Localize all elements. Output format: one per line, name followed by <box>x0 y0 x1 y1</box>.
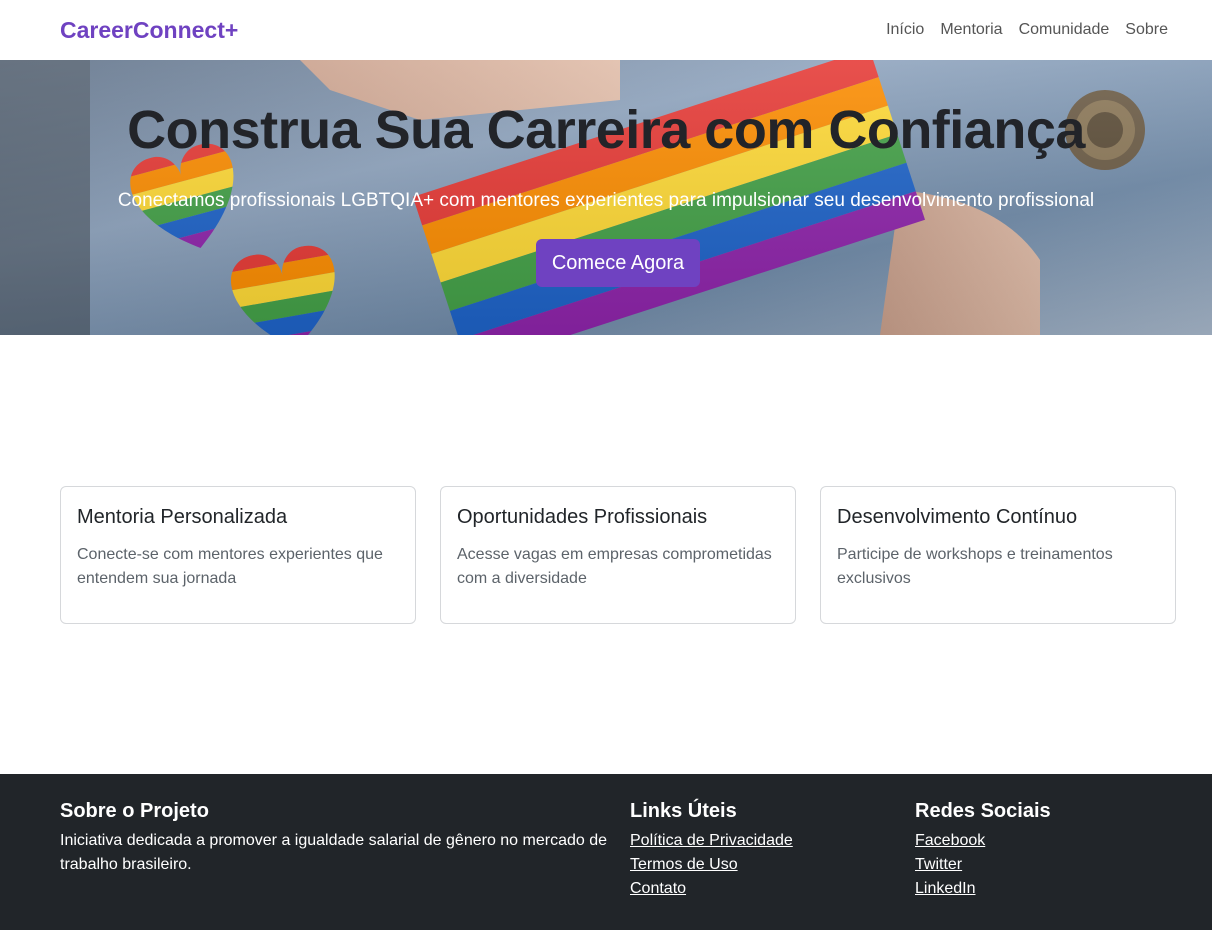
feature-card-text: Participe de workshops e treinamentos ex… <box>837 546 1113 587</box>
footer-about-title: Sobre o Projeto <box>60 800 209 822</box>
footer-links: Links Úteis Política de Privacidade Term… <box>630 798 890 901</box>
feature-card-title: Desenvolvimento Contínuo <box>837 506 1078 528</box>
nav-link-sobre[interactable]: Sobre <box>1125 18 1168 42</box>
feature-card-title: Mentoria Personalizada <box>77 506 288 528</box>
hero-title: Construa Sua Carreira com Confiança <box>127 100 1085 160</box>
footer-link-linkedin[interactable]: LinkedIn <box>915 877 1175 901</box>
footer-social: Redes Sociais Facebook Twitter LinkedIn <box>915 798 1175 901</box>
brand-logo-link[interactable]: CareerConnect+ <box>60 15 238 45</box>
footer-about-text: Iniciativa dedicada a promover a igualda… <box>60 832 608 873</box>
nav-link-mentoria[interactable]: Mentoria <box>940 18 1002 42</box>
hero-section: Construa Sua Carreira com Confiança Cone… <box>0 60 1212 335</box>
features-section: Mentoria Personalizada Conecte-se com me… <box>60 486 1176 624</box>
footer-link-twitter[interactable]: Twitter <box>915 853 1175 877</box>
footer-link-terms[interactable]: Termos de Uso <box>630 853 890 877</box>
navbar: CareerConnect+ Início Mentoria Comunidad… <box>0 0 1212 60</box>
footer-social-title: Redes Sociais <box>915 800 1051 822</box>
footer-about: Sobre o Projeto Iniciativa dedicada a pr… <box>60 798 610 877</box>
feature-card-development: Desenvolvimento Contínuo Participe de wo… <box>820 486 1176 624</box>
footer-link-contact[interactable]: Contato <box>630 877 890 901</box>
hero-subtitle: Conectamos profissionais LGBTQIA+ com me… <box>117 190 1095 211</box>
feature-card-opportunities: Oportunidades Profissionais Acesse vagas… <box>440 486 796 624</box>
nav-link-inicio[interactable]: Início <box>886 18 924 42</box>
footer-link-privacy[interactable]: Política de Privacidade <box>630 829 890 853</box>
feature-card-title: Oportunidades Profissionais <box>457 506 708 528</box>
footer: Sobre o Projeto Iniciativa dedicada a pr… <box>0 774 1212 930</box>
nav-link-comunidade[interactable]: Comunidade <box>1019 18 1110 42</box>
footer-link-facebook[interactable]: Facebook <box>915 829 1175 853</box>
feature-card-text: Acesse vagas em empresas comprometidas c… <box>457 546 772 587</box>
feature-card-mentoring: Mentoria Personalizada Conecte-se com me… <box>60 486 416 624</box>
footer-links-title: Links Úteis <box>630 800 737 822</box>
get-started-button[interactable]: Comece Agora <box>536 239 700 287</box>
main-nav: Início Mentoria Comunidade Sobre <box>886 18 1168 42</box>
feature-card-text: Conecte-se com mentores experientes que … <box>77 546 383 587</box>
